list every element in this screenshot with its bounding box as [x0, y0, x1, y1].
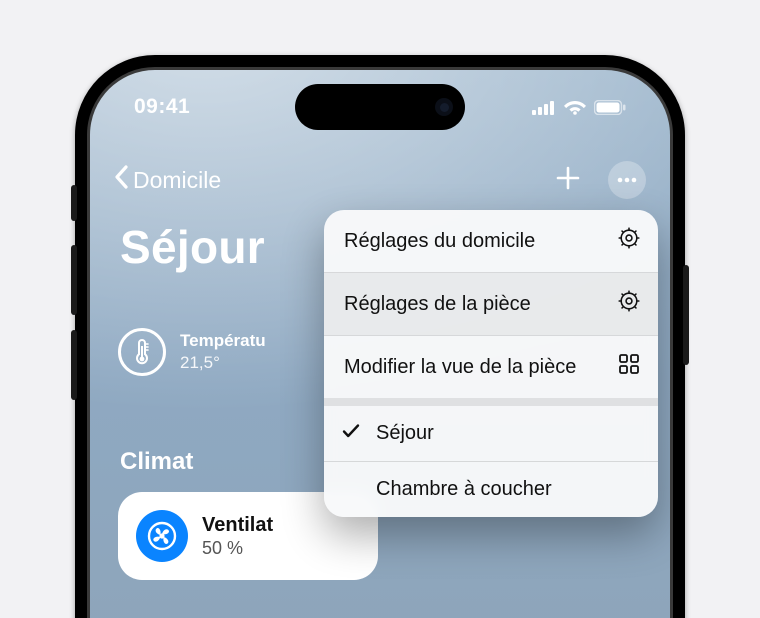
- status-time: 09:41: [134, 95, 190, 119]
- side-button: [71, 185, 77, 221]
- screen: 09:41: [90, 70, 670, 618]
- add-button[interactable]: [554, 164, 582, 197]
- tile-sub: 50 %: [202, 538, 273, 559]
- volume-up-button: [71, 245, 77, 315]
- dynamic-island: [295, 84, 465, 130]
- temperature-label: Températu: [180, 331, 266, 351]
- grid-icon: [618, 353, 640, 381]
- room-label: Chambre à coucher: [376, 478, 552, 501]
- menu-item-room-settings[interactable]: Réglages de la pièce: [324, 273, 658, 335]
- menu-item-label: Réglages du domicile: [344, 229, 604, 254]
- more-button[interactable]: [608, 161, 646, 199]
- menu-item-home-settings[interactable]: Réglages du domicile: [324, 210, 658, 272]
- menu-item-edit-view[interactable]: Modifier la vue de la pièce: [324, 336, 658, 398]
- back-label: Domicile: [133, 167, 221, 194]
- room-option-sejour[interactable]: Séjour: [324, 406, 658, 461]
- menu-item-label: Modifier la vue de la pièce: [344, 355, 604, 380]
- menu-item-label: Réglages de la pièce: [344, 292, 604, 317]
- camera-icon: [435, 98, 453, 116]
- volume-down-button: [71, 330, 77, 400]
- temperature-value: 21,5°: [180, 353, 266, 373]
- battery-icon: [594, 100, 626, 115]
- room-label: Séjour: [376, 422, 434, 445]
- chevron-left-icon: [114, 165, 129, 195]
- temperature-widget[interactable]: Températu 21,5°: [118, 328, 266, 376]
- back-button[interactable]: Domicile: [114, 165, 221, 195]
- phone-frame: 09:41: [75, 55, 685, 618]
- page-title: Séjour: [120, 220, 265, 274]
- section-label: Climat: [120, 448, 193, 476]
- gear-icon: [618, 290, 640, 318]
- tile-title: Ventilat: [202, 514, 273, 537]
- nav-bar: Domicile: [90, 154, 670, 206]
- fan-icon: [136, 510, 188, 562]
- wifi-icon: [564, 99, 586, 115]
- power-button: [683, 265, 689, 365]
- gear-icon: [618, 227, 640, 255]
- context-menu: Réglages du domicile Réglages de la pièc…: [324, 210, 658, 517]
- thermometer-icon: [118, 328, 166, 376]
- room-option-chambre[interactable]: Chambre à coucher: [324, 462, 658, 517]
- check-icon: [342, 422, 360, 445]
- cellular-icon: [532, 100, 556, 115]
